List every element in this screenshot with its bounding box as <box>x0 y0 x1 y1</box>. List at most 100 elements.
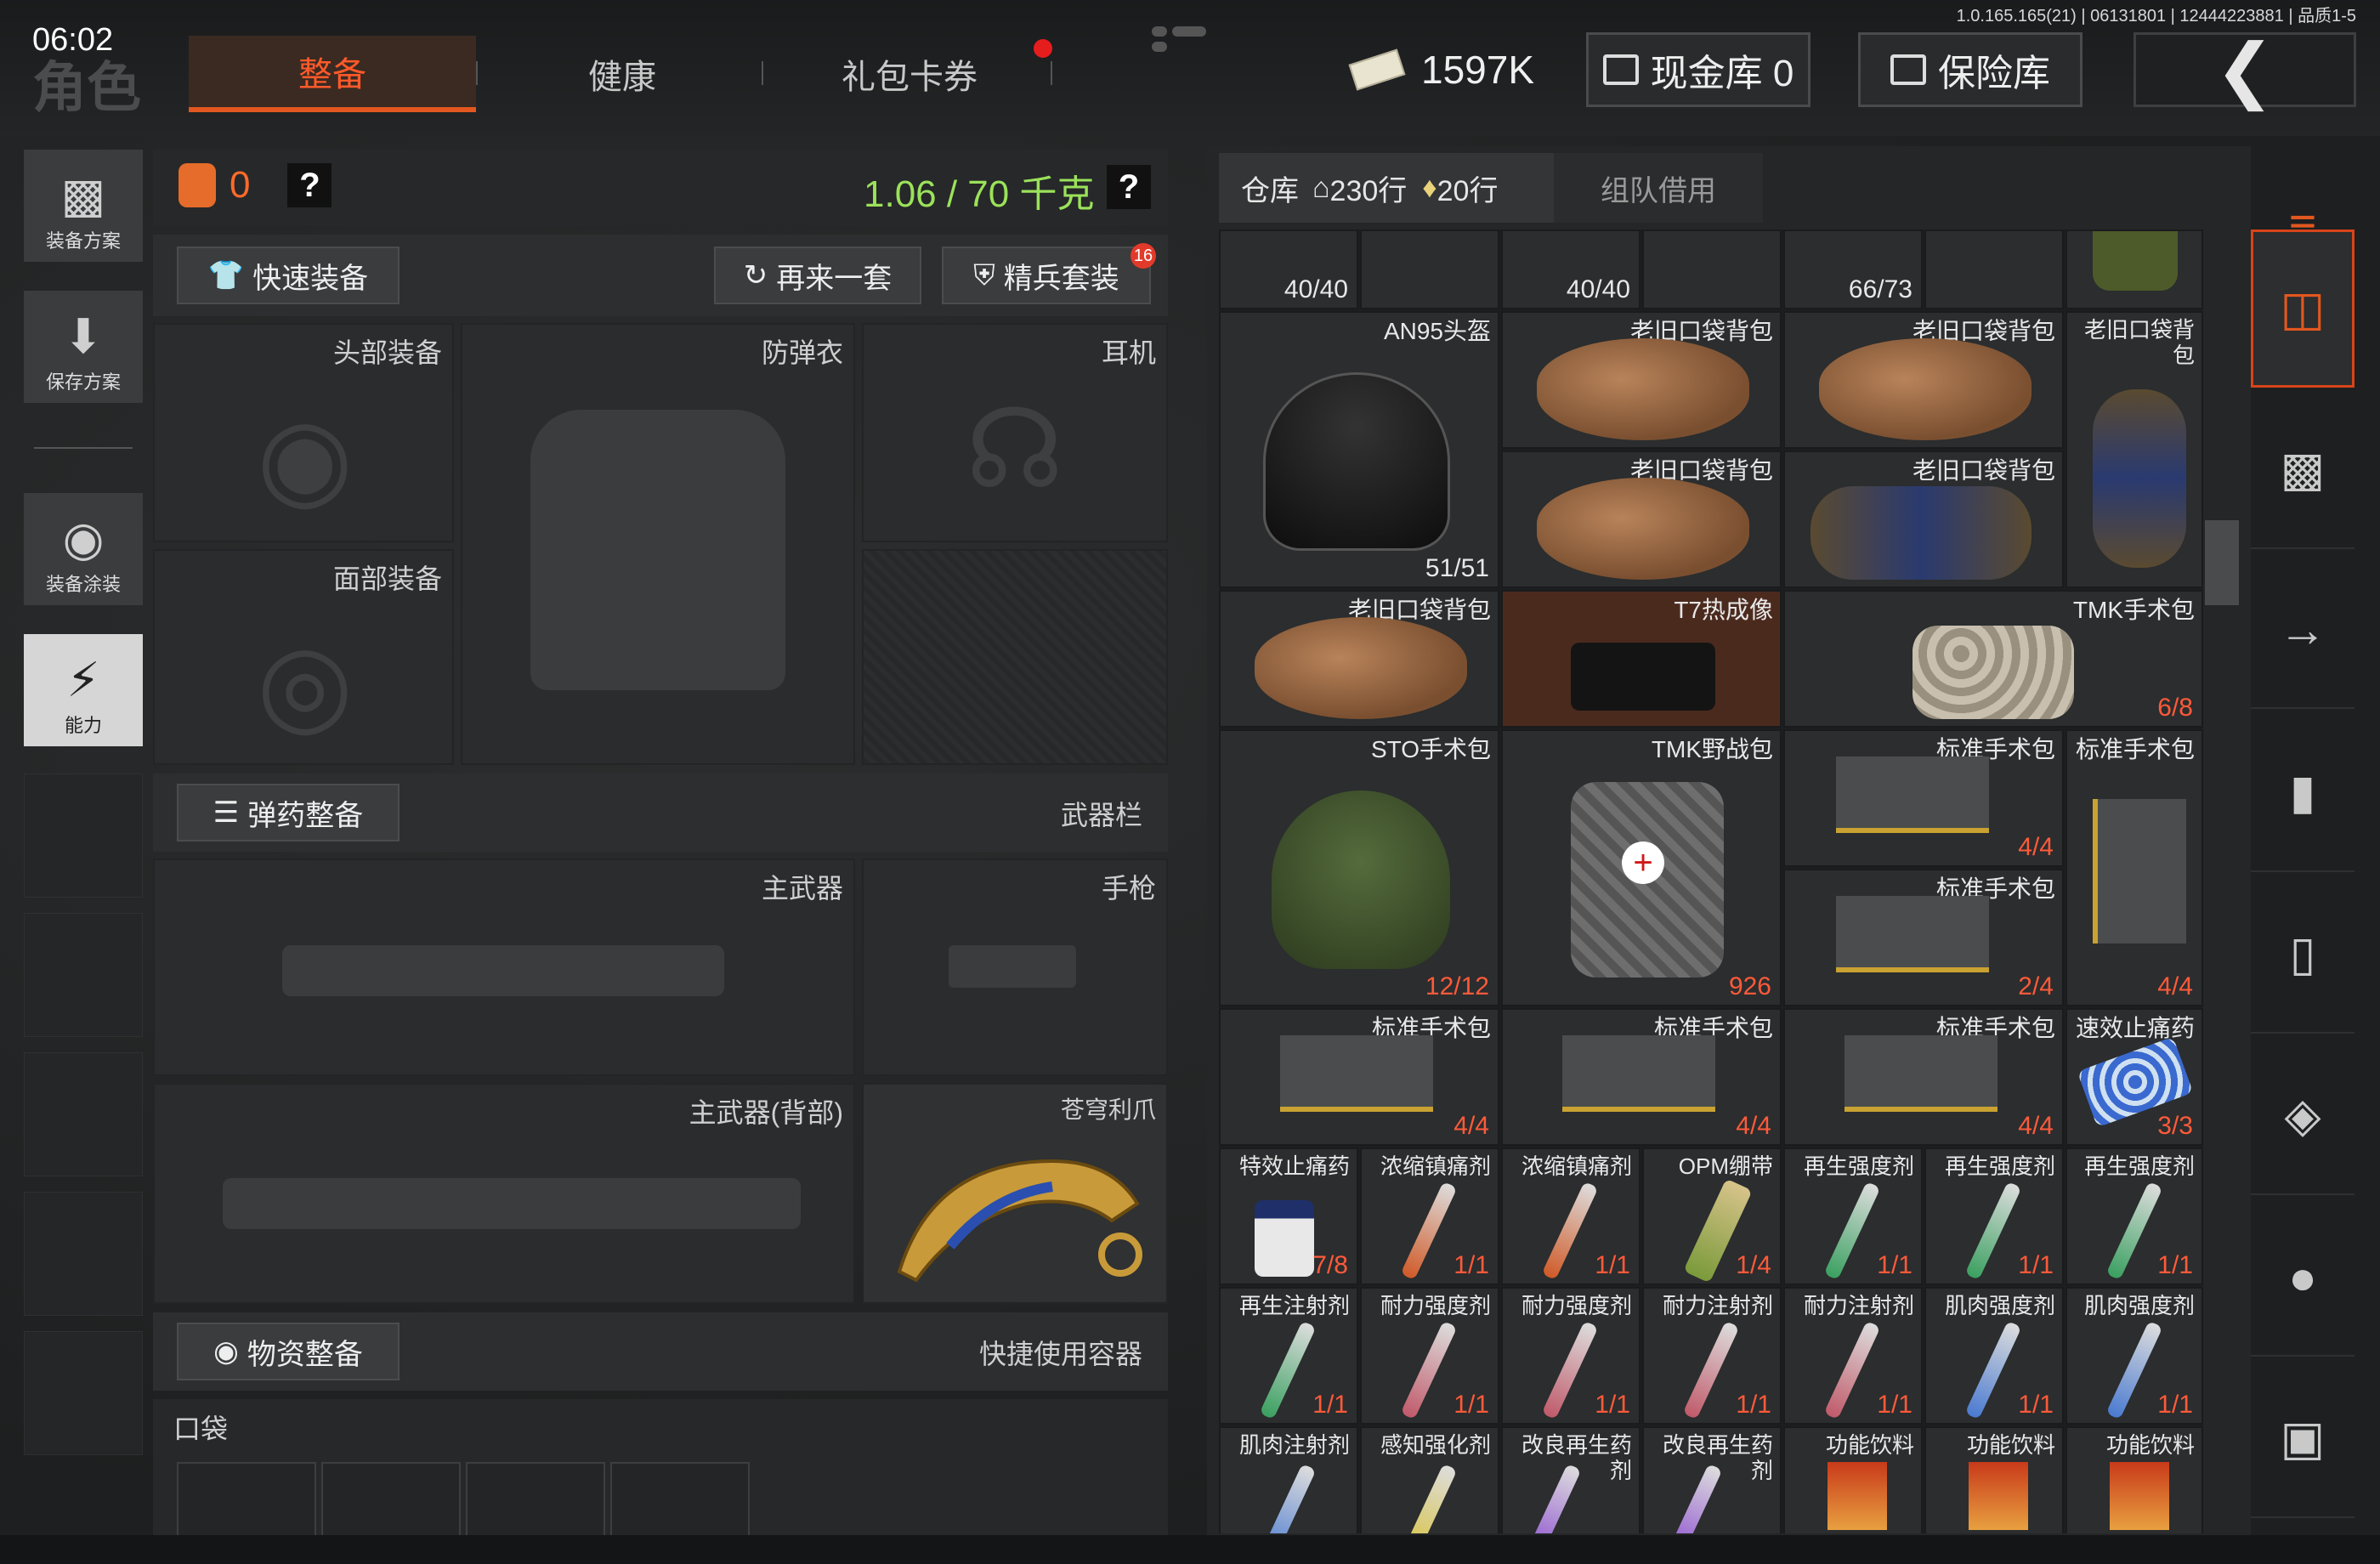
item-cell[interactable]: 老旧口袋背包 <box>1501 311 1782 449</box>
warehouse-label: 仓库 <box>1241 174 1299 207</box>
item-cell[interactable]: 老旧口袋背包 <box>1783 311 2064 449</box>
again-button[interactable]: ↻ 再来一套 <box>714 246 921 304</box>
warehouse-scrollbar[interactable] <box>2205 520 2239 605</box>
item-cell[interactable]: 耐力强度剂 1/1 <box>1360 1287 1499 1425</box>
category-misc[interactable]: ▣ <box>2251 1360 2354 1518</box>
item-cell[interactable]: 66/73 <box>1783 230 1923 309</box>
item-cell[interactable]: 标准手术包 4/4 <box>1501 1008 1782 1146</box>
item-cell[interactable]: 再生强度剂 1/1 <box>1924 1148 2064 1285</box>
back-button[interactable]: ❮ <box>2134 30 2356 110</box>
item-cell[interactable]: 40/40 <box>1219 230 1358 309</box>
injector-icon <box>2105 1320 2163 1420</box>
item-cell[interactable]: 40/40 <box>1501 230 1640 309</box>
supply-equip-button[interactable]: ◉ 物资整备 <box>177 1323 400 1380</box>
warehouse-tab[interactable]: 仓库 ⌂ 230行 ♦ 20行 <box>1219 153 1554 223</box>
face-slot[interactable]: 面部装备 ◎ <box>153 549 454 765</box>
quick-equip-button[interactable]: 👕 快速装备 <box>177 246 400 304</box>
item-cell[interactable]: 老旧口袋背包 <box>2066 311 2203 588</box>
item-cell[interactable]: 改良再生药剂 <box>1642 1426 1782 1533</box>
item-cell[interactable]: 肌肉注射剂 <box>1219 1426 1358 1533</box>
item-cell[interactable]: 浓缩镇痛剂 1/1 <box>1501 1148 1640 1285</box>
cash-vault-button[interactable]: 现金库 0 <box>1586 32 1810 107</box>
nav-ability[interactable]: ⚡ 能力 <box>24 634 143 746</box>
vault-icon <box>1602 54 1639 85</box>
armor-icon: ◈ <box>2284 1088 2321 1142</box>
item-cell[interactable]: 感知强化剂 <box>1360 1426 1499 1533</box>
item-cell[interactable]: TMK手术包 6/8 <box>1783 590 2203 728</box>
item-cell[interactable]: T7热成像 <box>1501 590 1782 728</box>
nav-save-plan[interactable]: ⬇ 保存方案 <box>24 291 143 403</box>
nav-equip-plan[interactable]: ▩ 装备方案 <box>24 150 143 262</box>
melee-slot[interactable]: 苍穹利爪 <box>862 1083 1168 1304</box>
item-cell[interactable] <box>1642 230 1782 309</box>
team-borrow-tab[interactable]: 组队借用 <box>1554 153 1763 223</box>
category-all[interactable]: ◫ <box>2251 230 2354 388</box>
armor-slot[interactable]: 防弹衣 <box>461 323 855 765</box>
item-cell[interactable]: 再生强度剂 1/1 <box>1783 1148 1923 1285</box>
weight-help-icon[interactable]: ? <box>1107 165 1151 209</box>
item-cell[interactable]: 耐力注射剂 1/1 <box>1642 1287 1782 1425</box>
earphone-slot[interactable]: 耳机 ☊ <box>862 323 1168 542</box>
level-value: 0 <box>230 164 251 206</box>
pocket-slot[interactable] <box>177 1462 316 1538</box>
tab-gift-cards[interactable]: 礼包卡券 <box>782 36 1037 112</box>
item-cell[interactable]: 功能饮料 <box>1783 1426 1923 1533</box>
nav-empty-slot <box>24 1331 143 1455</box>
safe-box-button[interactable]: 保险库 <box>1858 32 2082 107</box>
category-ammo[interactable]: ▯ <box>2251 876 2354 1034</box>
item-cell[interactable] <box>1924 230 2064 309</box>
pocket-slot[interactable] <box>610 1462 750 1538</box>
item-cell[interactable]: 功能饮料 <box>1924 1426 2064 1533</box>
item-cell[interactable]: 肌肉强度剂 1/1 <box>1924 1287 2064 1425</box>
tab-equip[interactable]: 整备 <box>189 36 476 112</box>
item-cell[interactable]: 标准手术包 4/4 <box>1783 1008 2064 1146</box>
item-name: 特效止痛药 <box>1238 1153 1350 1179</box>
item-cell[interactable]: 再生强度剂 1/1 <box>2066 1148 2203 1285</box>
duffel-bag-icon <box>1537 478 1749 580</box>
pocket-slot[interactable] <box>321 1462 461 1538</box>
head-slot[interactable]: 头部装备 ◉ <box>153 323 454 542</box>
ammo-equip-button[interactable]: ☰ 弹药整备 <box>177 784 400 842</box>
category-magazines[interactable]: ▮ <box>2251 714 2354 872</box>
item-cell[interactable]: 标准手术包 4/4 <box>1219 1008 1499 1146</box>
injector-icon <box>1541 1320 1599 1420</box>
category-weapons[interactable]: → <box>2251 551 2354 709</box>
item-cell[interactable]: 浓缩镇痛剂 1/1 <box>1360 1148 1499 1285</box>
category-attachments[interactable]: ◈ <box>2251 1037 2354 1195</box>
surgical-kit-icon <box>1836 896 1989 972</box>
primary-back-slot[interactable]: 主武器(背部) <box>153 1083 855 1304</box>
item-cell[interactable]: 速效止痛药 3/3 <box>2066 1008 2203 1146</box>
help-icon[interactable]: ? <box>287 163 332 207</box>
item-cell[interactable]: 再生注射剂 1/1 <box>1219 1287 1358 1425</box>
item-cell[interactable]: 特效止痛药 7/8 <box>1219 1148 1358 1285</box>
item-cell[interactable]: 老旧口袋背包 <box>1783 450 2064 588</box>
nav-label: 能力 <box>64 715 102 736</box>
item-cell[interactable]: STO手术包 12/12 <box>1219 729 1499 1006</box>
elite-set-button[interactable]: ⛨ 精兵套装 <box>942 246 1151 304</box>
pocket-slot[interactable] <box>466 1462 605 1538</box>
item-cell[interactable]: 耐力强度剂 1/1 <box>1501 1287 1640 1425</box>
rifle-icon <box>223 1178 801 1229</box>
item-cell[interactable] <box>1360 230 1499 309</box>
item-cell[interactable]: 肌肉强度剂 1/1 <box>2066 1287 2203 1425</box>
category-throwables[interactable]: ● <box>2251 1198 2354 1357</box>
item-cell[interactable]: 功能饮料 <box>2066 1426 2203 1533</box>
item-cell[interactable]: OPM绷带 1/4 <box>1642 1148 1782 1285</box>
item-cell[interactable]: AN95头盔 51/51 <box>1219 311 1499 588</box>
item-cell[interactable] <box>2066 230 2203 309</box>
pill-bottle-icon <box>1255 1200 1314 1277</box>
nav-equip-skin[interactable]: ◉ 装备涂装 <box>24 493 143 605</box>
tab-health[interactable]: 健康 <box>495 36 750 112</box>
item-cell[interactable]: 改良再生药剂 <box>1501 1426 1640 1533</box>
item-cell[interactable]: TMK野战包 +926 <box>1501 729 1782 1006</box>
item-cell[interactable]: 标准手术包 4/4 <box>2066 729 2203 1006</box>
primary-weapon-slot[interactable]: 主武器 <box>153 858 855 1076</box>
item-cell[interactable]: 标准手术包 2/4 <box>1783 869 2064 1006</box>
category-gear[interactable]: ▩ <box>2251 391 2354 549</box>
pistol-slot[interactable]: 手枪 <box>862 858 1168 1076</box>
item-cell[interactable]: 耐力注射剂 1/1 <box>1783 1287 1923 1425</box>
item-cell[interactable]: 老旧口袋背包 <box>1501 450 1782 588</box>
item-cell[interactable]: 老旧口袋背包 <box>1219 590 1499 728</box>
item-cell[interactable]: 标准手术包 4/4 <box>1783 729 2064 867</box>
injector-icon <box>1964 1181 2022 1281</box>
